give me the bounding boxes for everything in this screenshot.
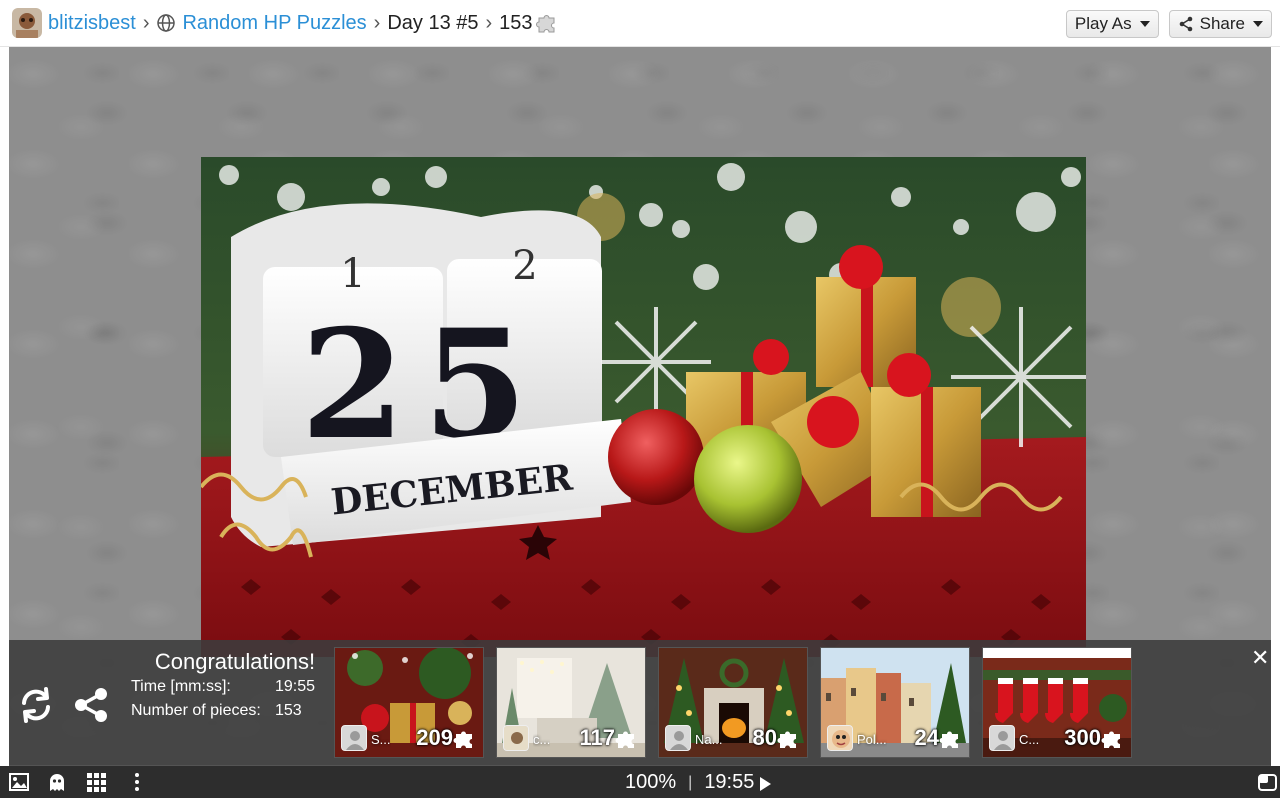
suggested-piece-count: 80 <box>752 725 777 750</box>
calendar-top-digit-right: 2 <box>512 243 537 289</box>
suggested-piece-count: 300 <box>1064 725 1101 750</box>
user-avatar <box>665 725 691 751</box>
breadcrumb: blitzisbest › Random HP Puzzles › Day 13… <box>12 0 559 47</box>
user-avatar <box>341 725 367 751</box>
play-icon[interactable] <box>760 776 772 791</box>
restart-icon[interactable] <box>16 685 56 725</box>
suggested-piece-count: 24 <box>914 725 939 750</box>
image-icon[interactable] <box>8 771 30 793</box>
user-avatar[interactable] <box>12 8 42 38</box>
share-icon <box>1179 16 1192 32</box>
breadcrumb-collection-link[interactable]: Random HP Puzzles <box>182 12 366 35</box>
caret-down-icon <box>1139 21 1150 27</box>
zoom-level: 100% <box>625 771 677 793</box>
close-icon[interactable]: ✕ <box>1251 647 1269 670</box>
puzzle-piece-icon <box>777 727 801 751</box>
suggested-user-name: Na... <box>695 732 723 747</box>
user-avatar <box>827 725 853 751</box>
ghost-icon[interactable] <box>46 771 68 793</box>
suggested-piece-count: 117 <box>579 725 616 750</box>
suggested-user-name: S... <box>371 732 391 747</box>
share-icon[interactable] <box>71 685 111 725</box>
puzzle-piece-icon <box>1101 727 1125 751</box>
suggested-piece-count: 209 <box>416 725 453 750</box>
suggested-puzzle[interactable]: C... 300 <box>982 647 1132 758</box>
congratulations-panel: Congratulations! Time [mm:ss]: 19:55 Num… <box>9 640 1271 766</box>
time-row: Time [mm:ss]: 19:55 <box>131 678 315 696</box>
pieces-label: Number of pieces: <box>131 702 261 719</box>
puzzle-piece-icon <box>939 727 963 751</box>
time-value: 19:55 <box>275 678 316 695</box>
share-button[interactable]: Share <box>1168 10 1272 38</box>
more-vertical-icon[interactable] <box>126 771 148 793</box>
puzzle-piece-icon <box>535 11 559 35</box>
calendar-top-digit-left: 1 <box>340 251 365 297</box>
suggested-puzzle[interactable]: Na... 80 <box>658 647 808 758</box>
play-as-label: Play As <box>1074 14 1132 33</box>
suggested-user-name: C... <box>1019 732 1040 747</box>
share-label: Share <box>1199 14 1245 33</box>
puzzle-piece-icon <box>615 727 639 751</box>
pieces-row: Number of pieces: 153 <box>131 702 302 720</box>
elapsed-timer: 19:55 <box>704 771 755 793</box>
chevron-right-icon: › <box>485 11 493 34</box>
status-readout: 100% | 19:55 <box>625 771 772 794</box>
suggested-user-name: c... <box>533 732 551 747</box>
fullscreen-icon[interactable] <box>1256 771 1278 793</box>
completed-puzzle-image[interactable]: 1 2 25 DECEMBER <box>201 157 1086 657</box>
breadcrumb-puzzle-title: Day 13 #5 <box>387 11 479 34</box>
breadcrumb-piece-count: 153 <box>499 11 533 34</box>
top-bar: blitzisbest › Random HP Puzzles › Day 13… <box>0 0 1280 47</box>
suggested-puzzle[interactable]: S... 209 <box>334 647 484 758</box>
breadcrumb-user-link[interactable]: blitzisbest <box>48 12 136 35</box>
suggested-puzzle[interactable]: Pol... 24 <box>820 647 970 758</box>
chevron-right-icon: › <box>142 11 150 34</box>
time-label: Time [mm:ss]: <box>131 678 231 695</box>
play-as-button[interactable]: Play As <box>1065 10 1159 38</box>
caret-down-icon <box>1253 21 1263 27</box>
status-separator: | <box>688 773 693 791</box>
congratulations-title: Congratulations! <box>154 649 316 674</box>
grid-icon[interactable] <box>85 771 107 793</box>
bottom-toolbar: 100% | 19:55 <box>0 766 1280 798</box>
user-avatar <box>989 725 1015 751</box>
chevron-right-icon: › <box>373 11 381 34</box>
suggested-user-name: Pol... <box>857 732 887 747</box>
suggested-puzzle[interactable]: c... 117 <box>496 647 646 758</box>
pieces-value: 153 <box>275 702 302 719</box>
user-avatar <box>503 725 529 751</box>
page-footer-strip <box>0 798 1280 806</box>
globe-icon <box>156 13 176 33</box>
puzzle-piece-icon <box>453 727 477 751</box>
